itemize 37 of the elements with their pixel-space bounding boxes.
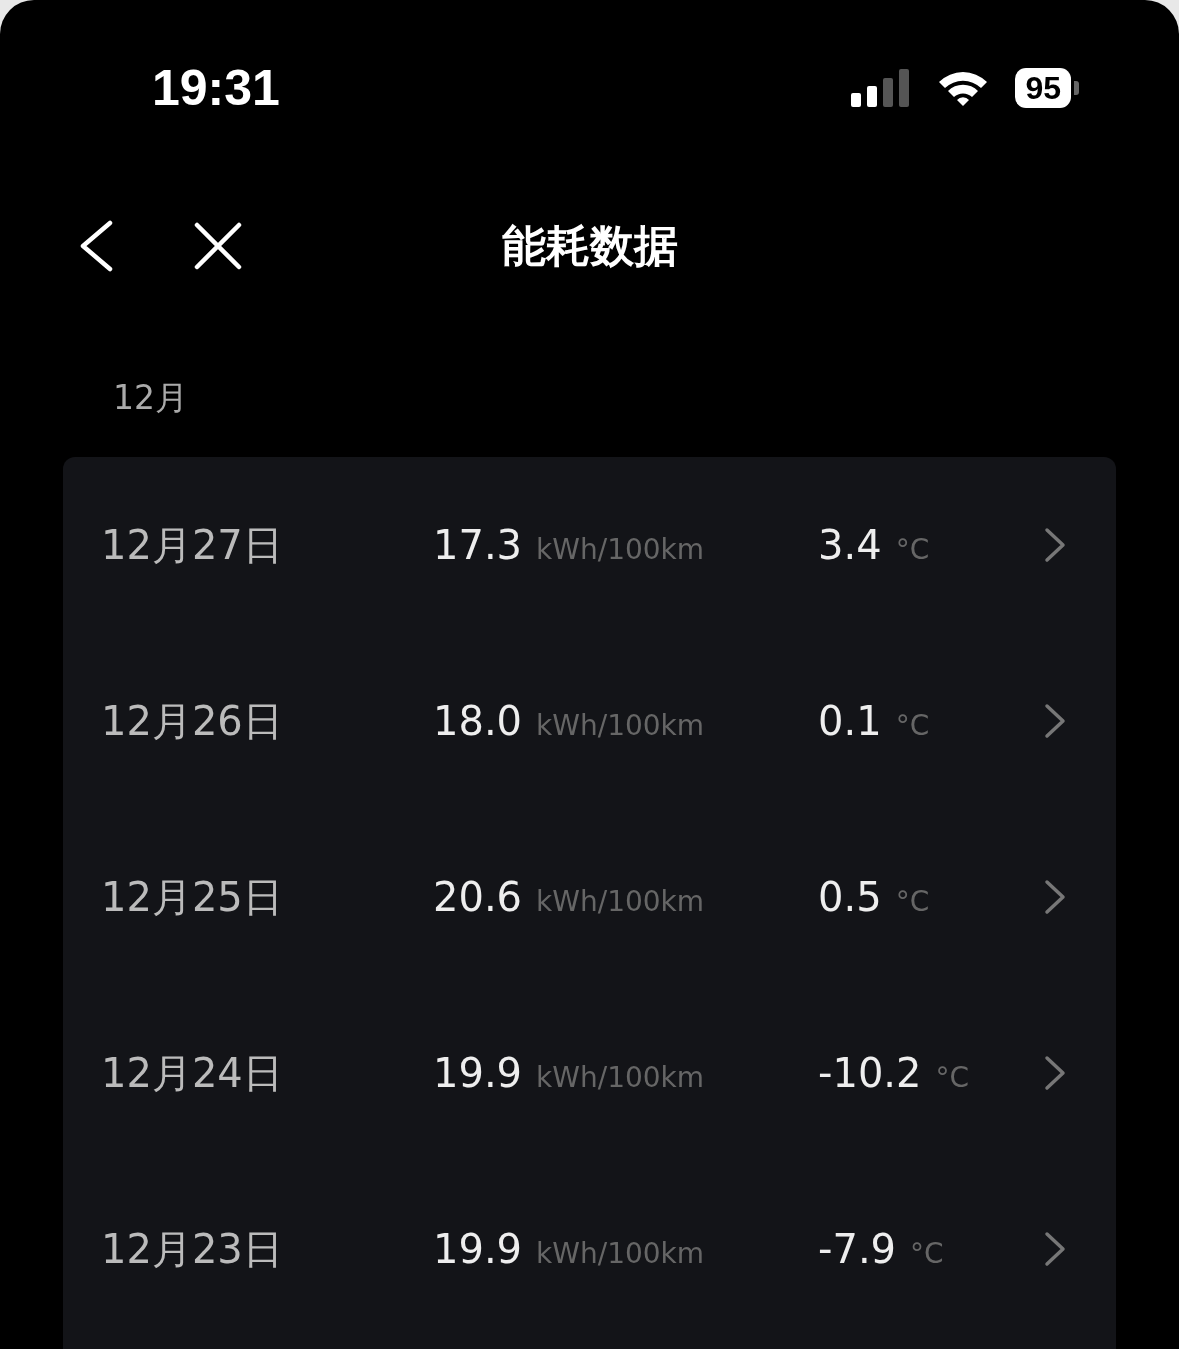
consumption-value: 17.3 — [433, 522, 523, 568]
consumption-unit: kWh/100km — [536, 709, 705, 742]
temperature-unit: °C — [935, 1061, 970, 1094]
chevron-right-icon[interactable] — [1044, 703, 1066, 739]
temperature-unit: °C — [895, 533, 930, 566]
temperature-value: 3.4 — [818, 522, 882, 568]
date-label[interactable]: 12月26日 — [101, 693, 433, 749]
chevron-right-icon[interactable] — [1044, 527, 1066, 563]
consumption-value: 20.6 — [433, 874, 523, 920]
consumption-value: 19.9 — [433, 1050, 523, 1096]
temperature-value: -10.2 — [818, 1050, 922, 1096]
month-label: 12月 — [112, 377, 189, 419]
signal-icon — [851, 69, 912, 107]
temperature-value: -7.9 — [818, 1226, 897, 1272]
consumption-unit: kWh/100km — [536, 1237, 705, 1270]
back-icon[interactable] — [78, 220, 114, 272]
temperature-unit: °C — [895, 709, 930, 742]
date-label[interactable]: 12月25日 — [101, 869, 433, 925]
chevron-right-icon[interactable] — [1044, 879, 1066, 915]
wifi-icon — [937, 69, 990, 107]
temperature-value: 0.1 — [818, 698, 882, 744]
status-time: 19:31 — [152, 59, 280, 117]
close-icon[interactable] — [194, 222, 242, 270]
date-label[interactable]: 12月23日 — [101, 1221, 433, 1277]
temperature-unit: °C — [910, 1237, 944, 1270]
date-label[interactable]: 12月27日 — [101, 517, 433, 573]
temperature-unit: °C — [895, 885, 930, 918]
date-label[interactable]: 12月24日 — [101, 1045, 433, 1101]
consumption-unit: kWh/100km — [536, 1061, 705, 1094]
consumption-unit: kWh/100km — [536, 885, 705, 918]
chevron-right-icon[interactable] — [1044, 1055, 1066, 1091]
consumption-value: 18.0 — [433, 698, 523, 744]
consumption-value: 19.9 — [433, 1226, 523, 1272]
chevron-right-icon[interactable] — [1044, 1231, 1066, 1267]
page-title: 能耗数据 — [501, 218, 678, 273]
temperature-value: 0.5 — [818, 874, 882, 920]
consumption-unit: kWh/100km — [536, 533, 705, 566]
